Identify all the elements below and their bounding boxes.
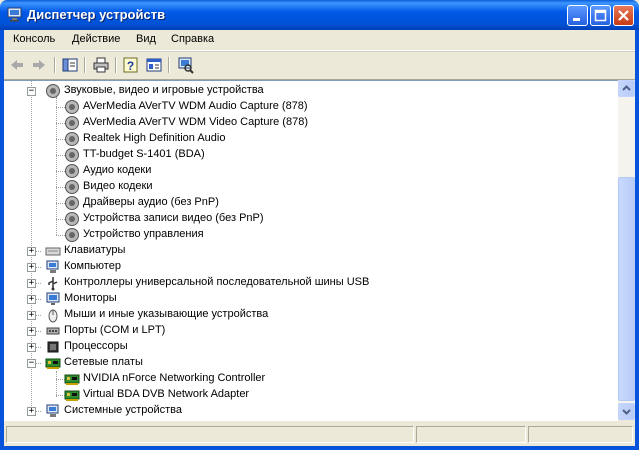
network-card-icon [45,358,61,369]
window-border-right [635,30,639,450]
speaker-icon [65,116,79,130]
speaker-icon [65,180,79,194]
toolbar-separator [115,57,117,73]
expand-toggle[interactable]: + [27,327,36,336]
window-border-bottom [0,446,639,450]
scroll-thumb[interactable] [618,177,635,401]
usb-icon [48,277,58,291]
vertical-scrollbar[interactable] [618,80,635,420]
back-arrow-icon[interactable] [8,56,26,74]
device-manager-icon [7,7,22,22]
monitor-icon [46,292,60,305]
status-panel [416,426,526,443]
toolbar-separator [84,57,86,73]
minimize-button[interactable] [567,5,588,26]
toolbar: ? [4,51,635,80]
collapse-toggle[interactable]: − [27,87,36,96]
menu-action[interactable]: Действие [72,33,120,45]
maximize-icon [594,9,607,22]
tree-line [56,97,57,235]
expand-toggle[interactable]: + [27,247,36,256]
scan-hardware-icon[interactable] [176,56,194,74]
scroll-up-button[interactable] [618,80,635,97]
menu-view[interactable]: Вид [136,33,156,45]
print-icon[interactable] [92,56,110,74]
chevron-up-icon [622,85,631,91]
title-bar[interactable]: Диспетчер устройств [0,0,639,30]
collapse-toggle[interactable]: − [27,359,36,368]
computer-icon [46,260,59,273]
device-tree[interactable]: − Звуковые, видео и игровые устройства −… [4,80,618,421]
show-hide-tree-icon[interactable] [61,56,79,74]
system-devices-icon [46,404,59,417]
mouse-icon [48,309,58,323]
tree-line [56,371,57,397]
window-title: Диспетчер устройств [27,7,166,22]
svg-text:?: ? [127,59,134,73]
speaker-icon [46,84,60,98]
port-icon [46,327,60,335]
processor-icon [47,341,59,353]
expand-toggle[interactable]: + [27,295,36,304]
speaker-icon [65,228,79,242]
speaker-icon [65,148,79,162]
network-card-icon [64,390,80,401]
keyboard-icon [45,247,61,256]
menu-console[interactable]: Консоль [13,33,55,45]
device-manager-window: Диспетчер устройств Консоль Действие Вид… [0,0,639,450]
close-button[interactable] [613,5,634,26]
expand-toggle[interactable]: + [27,343,36,352]
speaker-icon [65,196,79,210]
expand-toggle[interactable]: + [27,407,36,416]
forward-arrow-icon[interactable] [30,56,48,74]
speaker-icon [65,164,79,178]
menu-bar: Консоль Действие Вид Справка [4,30,635,51]
toolbar-separator [54,57,56,73]
chevron-down-icon [622,409,631,415]
expand-toggle[interactable]: + [27,279,36,288]
expand-toggle[interactable]: + [27,311,36,320]
minimize-icon [573,18,580,21]
maximize-button[interactable] [590,5,611,26]
toolbar-separator [168,57,170,73]
speaker-icon [65,100,79,114]
status-panel [6,426,414,443]
status-bar [4,424,635,446]
close-icon [618,10,629,21]
help-icon[interactable]: ? [122,56,140,74]
network-card-icon [64,374,80,385]
menu-help[interactable]: Справка [171,33,214,45]
properties-icon[interactable] [145,56,163,74]
speaker-icon [65,132,79,146]
expand-toggle[interactable]: + [27,263,36,272]
status-panel [528,426,633,443]
scroll-down-button[interactable] [618,403,635,420]
speaker-icon [65,212,79,226]
